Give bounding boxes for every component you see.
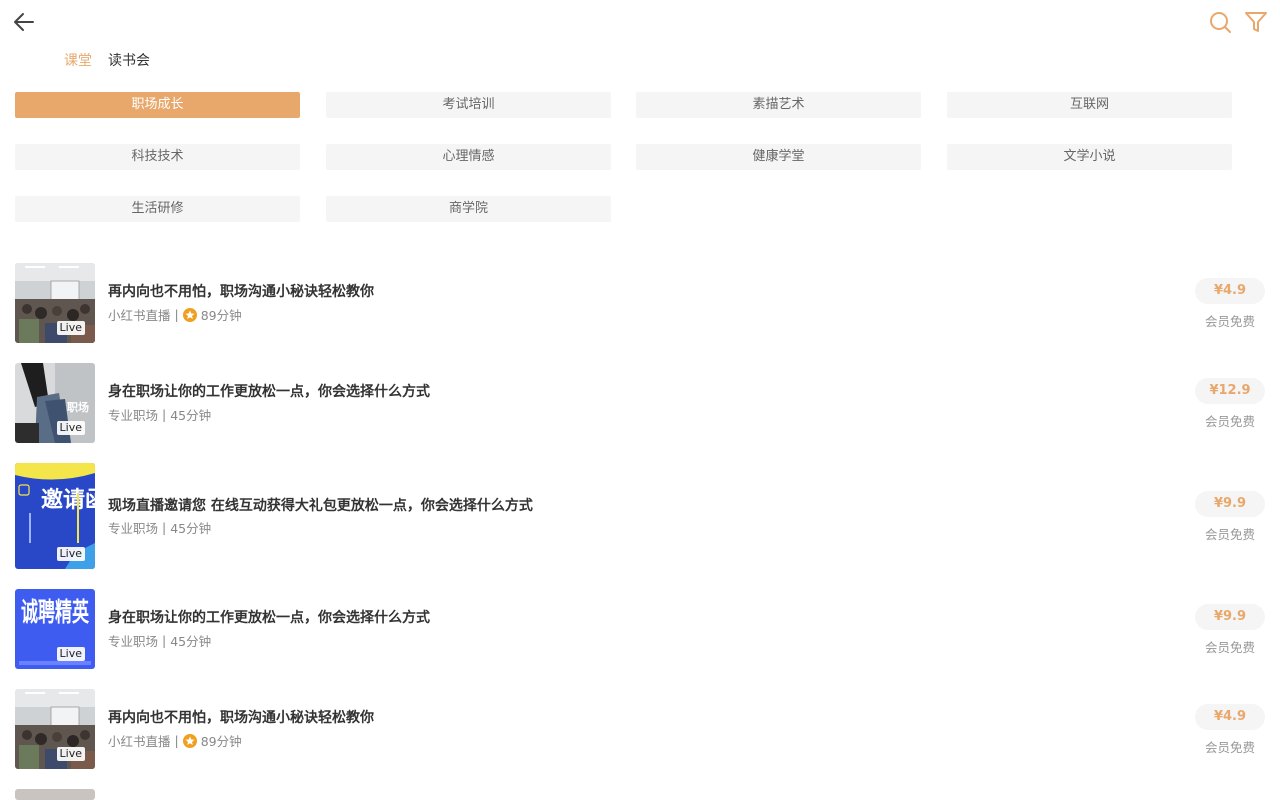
course-meta: 专业职场 | 45分钟 [108, 631, 211, 650]
course-item[interactable]: Live 再内向也不用怕，职场沟通小秘诀轻松教你 小红书直播 | 89分钟 ¥4… [15, 689, 1265, 769]
course-duration: 45分钟 [170, 521, 212, 536]
tab-reading-club[interactable]: 读书会 [108, 52, 150, 72]
live-badge: Live [56, 647, 85, 661]
course-source: 专业职场 [108, 521, 159, 536]
live-badge: Live [56, 747, 85, 761]
member-free-label: 会员免费 [1204, 527, 1255, 542]
category-literature[interactable]: 文学小说 [947, 144, 1232, 170]
category-sketch-art[interactable]: 素描艺术 [636, 92, 921, 118]
course-duration: 89分钟 [200, 734, 242, 749]
course-title: 再内向也不用怕，职场沟通小秘诀轻松教你 [108, 284, 374, 300]
course-source: 专业职场 [108, 408, 159, 423]
top-bar [0, 0, 1280, 44]
course-thumbnail [15, 789, 95, 800]
course-meta: 专业职场 | 45分钟 [108, 405, 211, 424]
category-technology[interactable]: 科技技术 [15, 144, 300, 170]
meta-separator: | [162, 520, 167, 535]
course-meta: 专业职场 | 45分钟 [108, 518, 211, 537]
course-title: 现场直播邀请您 在线互动获得大礼包更放松一点，你会选择什么方式 [108, 498, 533, 514]
course-title: 再内向也不用怕，职场沟通小秘诀轻松教你 [108, 710, 374, 726]
meta-separator: | [174, 733, 179, 748]
category-business-school[interactable]: 商学院 [326, 196, 611, 222]
course-item[interactable]: Live 再内向也不用怕，职场沟通小秘诀轻松教你 小红书直播 | 89分钟 ¥4… [15, 263, 1265, 343]
course-item-partial[interactable] [15, 789, 1265, 800]
category-exam-training[interactable]: 考试培训 [326, 92, 611, 118]
category-psychology[interactable]: 心理情感 [326, 144, 611, 170]
member-free-label: 会员免费 [1204, 640, 1255, 655]
course-thumbnail: Live [15, 689, 95, 769]
course-duration: 45分钟 [170, 634, 212, 649]
filter-button[interactable] [1242, 8, 1270, 36]
category-internet[interactable]: 互联网 [947, 92, 1232, 118]
course-duration: 89分钟 [200, 308, 242, 323]
category-life-study[interactable]: 生活研修 [15, 196, 300, 222]
medal-icon [182, 307, 197, 322]
course-item[interactable]: 职场 Live 身在职场让你的工作更放松一点，你会选择什么方式 专业职场 | 4… [15, 363, 1265, 443]
live-badge: Live [56, 321, 85, 335]
medal-icon [182, 733, 197, 748]
arrow-left-icon [14, 13, 34, 31]
tab-bar: 课堂 读书会 [64, 52, 166, 72]
course-source: 专业职场 [108, 634, 159, 649]
course-thumbnail: 诚聘精英 Live [15, 589, 95, 669]
live-badge: Live [56, 547, 85, 561]
course-list-page: 课堂 读书会 职场成长 考试培训 素描艺术 互联网 科技技术 心理情感 健康学堂… [0, 0, 1280, 800]
price-tag[interactable]: ¥9.9 [1195, 491, 1265, 517]
live-badge: Live [56, 421, 85, 435]
price-tag[interactable]: ¥4.9 [1195, 704, 1265, 730]
price-tag[interactable]: ¥12.9 [1195, 378, 1265, 404]
course-meta: 小红书直播 | 89分钟 [108, 731, 242, 750]
member-free-label: 会员免费 [1204, 740, 1255, 755]
course-item[interactable]: 诚聘精英 Live 身在职场让你的工作更放松一点，你会选择什么方式 专业职场 |… [15, 589, 1265, 669]
price-tag[interactable]: ¥9.9 [1195, 604, 1265, 630]
course-source: 小红书直播 [108, 734, 171, 749]
course-thumbnail: 职场 Live [15, 363, 95, 443]
back-button[interactable] [10, 8, 38, 36]
course-source: 小红书直播 [108, 308, 171, 323]
invite-poster-char: 邀请函 [41, 487, 95, 513]
member-free-label: 会员免费 [1204, 314, 1255, 329]
svg-text:职场: 职场 [67, 400, 89, 414]
search-icon [1210, 12, 1231, 33]
tab-classroom[interactable]: 课堂 [64, 52, 92, 72]
course-meta: 小红书直播 | 89分钟 [108, 305, 242, 324]
category-career-growth[interactable]: 职场成长 [15, 92, 300, 118]
course-title: 身在职场让你的工作更放松一点，你会选择什么方式 [108, 610, 430, 626]
price-tag[interactable]: ¥4.9 [1195, 278, 1265, 304]
meta-separator: | [174, 307, 179, 322]
member-free-label: 会员免费 [1204, 414, 1255, 429]
course-thumbnail: Live [15, 263, 95, 343]
search-button[interactable] [1206, 8, 1234, 36]
recruit-poster-text: 诚聘精英 [21, 598, 90, 628]
filter-icon [1245, 12, 1267, 32]
course-title: 身在职场让你的工作更放松一点，你会选择什么方式 [108, 384, 430, 400]
meta-separator: | [162, 633, 167, 648]
course-duration: 45分钟 [170, 408, 212, 423]
category-health[interactable]: 健康学堂 [636, 144, 921, 170]
course-item[interactable]: 邀请函 Live 现场直播邀请您 在线互动获得大礼包更放松一点，你会选择什么方式… [15, 463, 1265, 569]
meta-separator: | [162, 407, 167, 422]
course-thumbnail: 邀请函 Live [15, 463, 95, 569]
